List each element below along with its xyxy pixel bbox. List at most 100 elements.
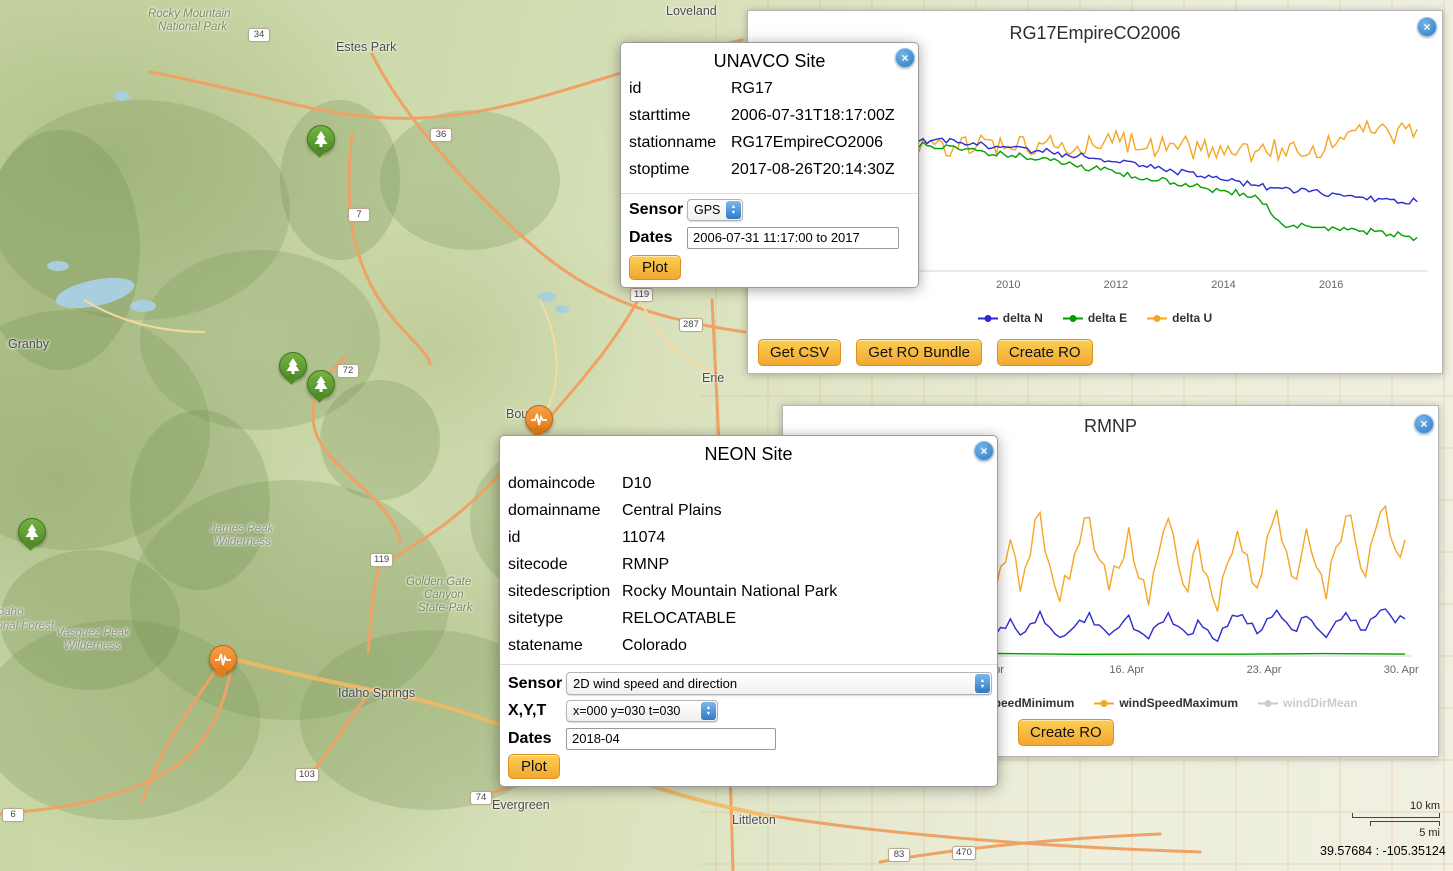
highway-shield: 36 xyxy=(430,128,452,142)
svg-text:16. Apr: 16. Apr xyxy=(1109,664,1144,676)
legend-item[interactable]: delta N xyxy=(978,311,1043,325)
dates-label: Dates xyxy=(508,730,566,748)
scale-mi-bar xyxy=(1370,821,1440,826)
highway-shield: 7 xyxy=(348,208,370,222)
legend-item[interactable]: windSpeedMaximum xyxy=(1094,696,1238,710)
seismic-waveform-icon xyxy=(529,409,549,429)
highway-shield: 119 xyxy=(370,553,393,567)
get-csv-button[interactable]: Get CSV xyxy=(758,339,841,366)
map-label: Wilderness xyxy=(64,640,121,652)
unavco-popup: UNAVCO Site × idRG17starttime2006-07-31T… xyxy=(620,42,919,288)
sensor-label: Sensor xyxy=(629,201,687,219)
xyt-label: X,Y,T xyxy=(508,702,566,720)
map-label: Littleton xyxy=(732,813,776,827)
neon-fields: domaincodeD10domainnameCentral Plainsid1… xyxy=(508,470,993,659)
map-label: Rocky Mountain xyxy=(148,8,230,20)
rmnp-close-button[interactable]: × xyxy=(1414,414,1434,434)
tree-site-marker[interactable] xyxy=(18,518,46,546)
neon-plot-button[interactable]: Plot xyxy=(508,754,560,779)
rg17-close-button[interactable]: × xyxy=(1417,17,1437,37)
rmnp-buttons: Create RO xyxy=(1018,719,1114,746)
map-label: Wilderness xyxy=(214,536,271,548)
get-ro-bundle-button[interactable]: Get RO Bundle xyxy=(856,339,982,366)
sensor-label: Sensor xyxy=(508,675,566,693)
map-label: Arapaho xyxy=(0,606,23,618)
neon-xyt-row: X,Y,T x=000 y=030 t=030 ▲▼ xyxy=(508,700,718,722)
field-row: id11074 xyxy=(508,524,993,551)
seismic-site-marker[interactable] xyxy=(209,645,237,673)
field-row: statenameColorado xyxy=(508,632,993,659)
svg-text:30. Apr: 30. Apr xyxy=(1384,664,1419,676)
field-row: stationnameRG17EmpireCO2006 xyxy=(629,129,914,156)
divider xyxy=(621,193,918,194)
unavco-plot-button[interactable]: Plot xyxy=(629,255,681,280)
pine-tree-icon xyxy=(311,374,331,394)
highway-shield: 119 xyxy=(630,288,653,302)
stepper-down-icon: ▼ xyxy=(980,684,985,690)
svg-text:2014: 2014 xyxy=(1211,279,1235,291)
rg17-panel-title: RG17EmpireCO2006 xyxy=(748,11,1442,44)
map-label: Erie xyxy=(702,371,724,385)
neon-sensor-value: 2D wind speed and direction xyxy=(567,676,974,691)
field-row: sitecodeRMNP xyxy=(508,551,993,578)
neon-xyt-select[interactable]: x=000 y=030 t=030 ▲▼ xyxy=(566,700,718,722)
create-ro-button[interactable]: Create RO xyxy=(1018,719,1114,746)
map-label: Vasquez Peak xyxy=(56,627,130,639)
seismic-waveform-icon xyxy=(213,649,233,669)
neon-close-button[interactable]: × xyxy=(974,441,994,461)
unavco-sensor-select[interactable]: GPS ▲▼ xyxy=(687,199,743,221)
dates-label: Dates xyxy=(629,229,687,247)
highway-shield: 83 xyxy=(888,848,910,862)
neon-sensor-select[interactable]: 2D wind speed and direction ▲▼ xyxy=(566,672,992,695)
field-row: starttime2006-07-31T18:17:00Z xyxy=(629,102,914,129)
cursor-coordinates: 39.57684 : -105.35124 xyxy=(1320,844,1446,858)
map-scale-control: 10 km 5 mi xyxy=(1352,800,1440,840)
map-label: Granby xyxy=(8,337,49,351)
map-label: National Forest xyxy=(0,620,54,632)
select-stepper-icon: ▲▼ xyxy=(975,674,990,693)
stepper-down-icon: ▼ xyxy=(706,711,711,717)
svg-text:2016: 2016 xyxy=(1319,279,1343,291)
highway-shield: 470 xyxy=(952,846,976,860)
tree-site-marker[interactable] xyxy=(279,352,307,380)
scale-km-label: 10 km xyxy=(1352,800,1440,813)
tree-site-marker[interactable] xyxy=(307,370,335,398)
highway-shield: 287 xyxy=(679,318,703,332)
rmnp-panel-title: RMNP xyxy=(783,406,1438,437)
map-label: State-Park xyxy=(418,602,472,614)
seismic-site-marker[interactable] xyxy=(525,405,553,433)
unavco-sensor-value: GPS xyxy=(688,203,725,217)
stepper-down-icon: ▼ xyxy=(731,210,736,216)
map-label: Idaho Springs xyxy=(338,686,415,700)
svg-text:2012: 2012 xyxy=(1104,279,1128,291)
neon-xyt-value: x=000 y=030 t=030 xyxy=(567,704,700,718)
legend-item[interactable]: delta E xyxy=(1063,311,1127,325)
map-label: Golden Gate xyxy=(406,576,471,588)
tree-site-marker[interactable] xyxy=(307,125,335,153)
unavco-dates-row: Dates 2006-07-31 11:17:00 to 2017 xyxy=(629,227,899,249)
legend-item[interactable]: delta U xyxy=(1147,311,1212,325)
highway-shield: 6 xyxy=(2,808,24,822)
highway-shield: 34 xyxy=(248,28,270,42)
legend-item[interactable]: windDirMean xyxy=(1258,696,1358,710)
neon-sensor-row: Sensor 2D wind speed and direction ▲▼ xyxy=(508,672,992,695)
scale-km-bar xyxy=(1352,813,1440,818)
create-ro-button[interactable]: Create RO xyxy=(997,339,1093,366)
select-stepper-icon: ▲▼ xyxy=(726,201,741,219)
unavco-dates-input[interactable]: 2006-07-31 11:17:00 to 2017 xyxy=(687,227,899,249)
scale-mi-label: 5 mi xyxy=(1352,827,1440,840)
highway-shield: 103 xyxy=(295,768,319,782)
unavco-fields: idRG17starttime2006-07-31T18:17:00Zstati… xyxy=(629,75,914,183)
pine-tree-icon xyxy=(283,356,303,376)
neon-popup: NEON Site × domaincodeD10domainnameCentr… xyxy=(499,435,998,787)
select-stepper-icon: ▲▼ xyxy=(701,702,716,720)
field-row: idRG17 xyxy=(629,75,914,102)
pine-tree-icon xyxy=(311,129,331,149)
map-label: Estes Park xyxy=(336,40,396,54)
map-label: Evergreen xyxy=(492,798,550,812)
neon-dates-input[interactable]: 2018-04 xyxy=(566,728,776,750)
map-label: James Peak xyxy=(210,523,273,535)
unavco-close-button[interactable]: × xyxy=(895,48,915,68)
field-row: sitedescriptionRocky Mountain National P… xyxy=(508,578,993,605)
rg17-legend: delta N delta E delta U xyxy=(748,311,1442,325)
